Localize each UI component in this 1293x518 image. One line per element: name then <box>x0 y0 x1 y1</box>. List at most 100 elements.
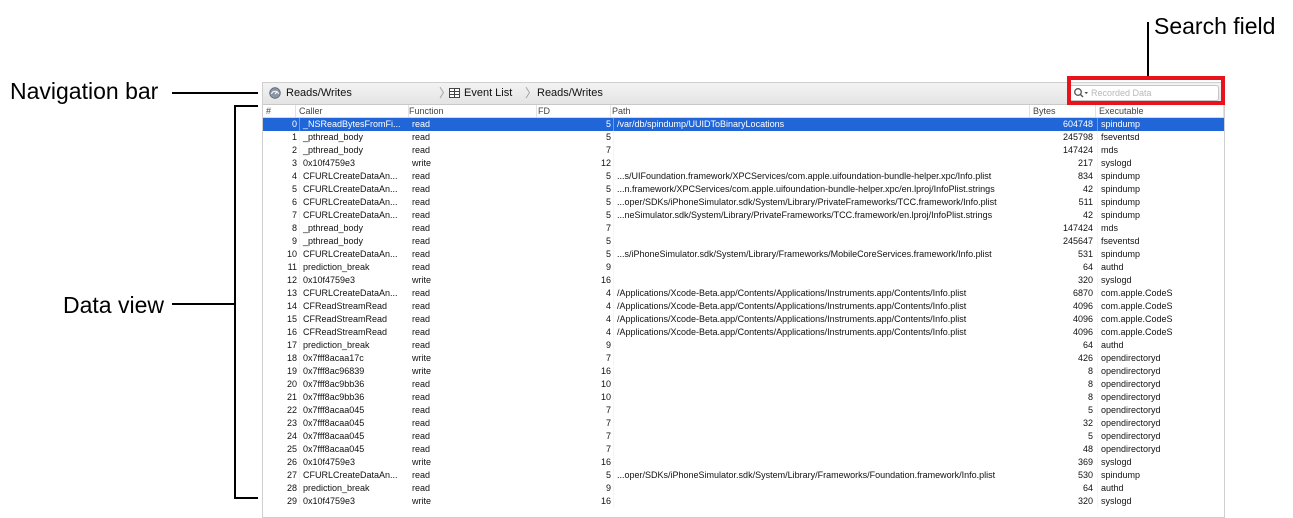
cell-path <box>613 482 1034 495</box>
column-header-caller[interactable]: Caller <box>296 105 409 117</box>
cell-bytes: 5 <box>1087 405 1093 415</box>
cell-fd: 4 <box>605 314 611 324</box>
cell-path <box>613 222 1034 235</box>
cell-path: /Applications/Xcode-Beta.app/Contents/Ap… <box>613 300 1034 313</box>
cell-caller: 0x7fff8acaa17c <box>299 352 411 365</box>
column-header-executable[interactable]: Executable <box>1096 105 1224 117</box>
search-field-callout: Search field <box>1154 13 1276 39</box>
chevron-right-icon: 〉 <box>525 86 538 100</box>
search-input[interactable] <box>1091 86 1215 100</box>
cell-path: ...s/UIFoundation.framework/XPCServices/… <box>613 170 1034 183</box>
cell-caller: 0x10f4759e3 <box>299 274 411 287</box>
cell-index: 9 <box>291 236 297 246</box>
table-row[interactable]: 10 CFURLCreateDataAn... read 5 ...s/iPhoneSi… <box>263 248 1224 261</box>
table-row[interactable]: 9 _pthread_body read 5 245647 fseventsd <box>263 235 1224 248</box>
cell-bytes: 147424 <box>1062 223 1093 233</box>
table-row[interactable]: 12 0x10f4759e3 write 16 320 syslogd <box>263 274 1224 287</box>
column-header-bytes[interactable]: Bytes <box>1030 105 1096 117</box>
table-row[interactable]: 6 CFURLCreateDataAn... read 5 ...oper/SDKs/i… <box>263 196 1224 209</box>
table-row[interactable]: 28 prediction_break read 9 64 authd <box>263 482 1224 495</box>
detail-breadcrumb[interactable]: Reads/Writes <box>537 83 603 104</box>
table-row[interactable]: 1 _pthread_body read 5 245798 fseventsd <box>263 131 1224 144</box>
cell-executable: spindump <box>1097 118 1224 131</box>
cell-executable: opendirectoryd <box>1097 391 1224 404</box>
cell-function: read <box>412 210 431 220</box>
table-row[interactable]: 18 0x7fff8acaa17c write 7 426 opendirectoryd <box>263 352 1224 365</box>
cell-fd: 7 <box>605 223 611 233</box>
cell-executable: opendirectoryd <box>1097 443 1224 456</box>
cell-function: read <box>412 171 431 181</box>
cell-function: write <box>412 158 432 168</box>
cell-bytes: 530 <box>1077 470 1093 480</box>
instrument-breadcrumb[interactable]: Reads/Writes <box>286 83 352 104</box>
table-row[interactable]: 20 0x7fff8ac9bb36 read 10 8 opendirectoryd <box>263 378 1224 391</box>
table-row[interactable]: 29 0x10f4759e3 write 16 320 syslogd <box>263 495 1224 508</box>
cell-path: ...s/iPhoneSimulator.sdk/System/Library/… <box>613 248 1034 261</box>
table-row[interactable]: 2 _pthread_body read 7 147424 mds <box>263 144 1224 157</box>
data-view-bracket-spine <box>234 105 236 499</box>
table-row[interactable]: 11 prediction_break read 9 64 authd <box>263 261 1224 274</box>
cell-index: 10 <box>286 249 297 259</box>
column-header-fd[interactable]: FD <box>535 105 611 117</box>
table-row[interactable]: 24 0x7fff8acaa045 read 7 5 opendirectoryd <box>263 430 1224 443</box>
cell-function: read <box>412 444 431 454</box>
search-field[interactable] <box>1068 85 1219 101</box>
cell-path <box>613 157 1034 170</box>
cell-index: 6 <box>291 197 297 207</box>
cell-executable: spindump <box>1097 183 1224 196</box>
table-row[interactable]: 16 CFReadStreamRead read 4/Applications/Xco… <box>263 326 1224 339</box>
cell-caller: _pthread_body <box>299 131 411 144</box>
table-column-header: # Caller Function FD Path Bytes Executable <box>263 105 1224 118</box>
navigation-bar-callout: Navigation bar <box>10 78 159 104</box>
cell-caller: 0x7fff8acaa045 <box>299 430 411 443</box>
cell-path: /Applications/Xcode-Beta.app/Contents/Ap… <box>613 326 1034 339</box>
cell-caller: 0x10f4759e3 <box>299 495 411 508</box>
table-row[interactable]: 7 CFURLCreateDataAn... read 5 ...neSimulator… <box>263 209 1224 222</box>
column-header-path[interactable]: Path <box>609 105 1030 117</box>
view-breadcrumb[interactable]: Event List <box>464 83 512 104</box>
column-header-index[interactable]: # <box>263 105 296 117</box>
table-row[interactable]: 15 CFReadStreamRead read 4/Applications/Xco… <box>263 313 1224 326</box>
table-row[interactable]: 21 0x7fff8ac9bb36 read 10 8 opendirectoryd <box>263 391 1224 404</box>
instruments-detail-panel: Reads/Writes 〉 Event List 〉 Reads/Writes <box>262 82 1225 518</box>
cell-fd: 5 <box>605 119 611 129</box>
cell-path: ...oper/SDKs/iPhoneSimulator.sdk/System/… <box>613 196 1034 209</box>
cell-path <box>613 235 1034 248</box>
table-row[interactable]: 19 0x7fff8ac96839 write 16 8 opendirectoryd <box>263 365 1224 378</box>
cell-executable: spindump <box>1097 248 1224 261</box>
table-row[interactable]: 0 _NSReadBytesFromFi... read 5/var/db/spind… <box>263 118 1224 131</box>
cell-path <box>613 274 1034 287</box>
search-icon[interactable] <box>1073 87 1089 102</box>
cell-fd: 5 <box>605 210 611 220</box>
cell-function: write <box>412 353 432 363</box>
table-row[interactable]: 17 prediction_break read 9 64 authd <box>263 339 1224 352</box>
table-row[interactable]: 5 CFURLCreateDataAn... read 5 ...n.framework… <box>263 183 1224 196</box>
cell-executable: syslogd <box>1097 495 1224 508</box>
cell-bytes: 320 <box>1077 496 1093 506</box>
table-row[interactable]: 4 CFURLCreateDataAn... read 5 ...s/UIFoundat… <box>263 170 1224 183</box>
table-row[interactable]: 27 CFURLCreateDataAn... read 5 ...oper/SDKs/… <box>263 469 1224 482</box>
cell-path: /Applications/Xcode-Beta.app/Contents/Ap… <box>613 287 1034 300</box>
cell-executable: spindump <box>1097 469 1224 482</box>
data-view-callout-line <box>172 303 234 305</box>
cell-path <box>613 144 1034 157</box>
cell-bytes: 6870 <box>1072 288 1093 298</box>
table-row[interactable]: 13 CFURLCreateDataAn... read 4/Applications… <box>263 287 1224 300</box>
cell-path <box>613 131 1034 144</box>
cell-bytes: 8 <box>1087 366 1093 376</box>
cell-executable: opendirectoryd <box>1097 417 1224 430</box>
table-row[interactable]: 14 CFReadStreamRead read 4/Applications/Xco… <box>263 300 1224 313</box>
cell-caller: CFURLCreateDataAn... <box>299 183 411 196</box>
table-row[interactable]: 25 0x7fff8acaa045 read 7 48 opendirectoryd <box>263 443 1224 456</box>
table-row[interactable]: 8 _pthread_body read 7 147424 mds <box>263 222 1224 235</box>
cell-caller: CFURLCreateDataAn... <box>299 170 411 183</box>
table-row[interactable]: 23 0x7fff8acaa045 read 7 32 opendirectoryd <box>263 417 1224 430</box>
column-header-function[interactable]: Function <box>406 105 537 117</box>
cell-caller: CFReadStreamRead <box>299 300 411 313</box>
table-row[interactable]: 22 0x7fff8acaa045 read 7 5 opendirectoryd <box>263 404 1224 417</box>
table-row[interactable]: 26 0x10f4759e3 write 16 369 syslogd <box>263 456 1224 469</box>
table-row[interactable]: 3 0x10f4759e3 write 12 217 syslogd <box>263 157 1224 170</box>
cell-bytes: 64 <box>1082 340 1093 350</box>
cell-bytes: 64 <box>1082 262 1093 272</box>
cell-fd: 7 <box>605 444 611 454</box>
